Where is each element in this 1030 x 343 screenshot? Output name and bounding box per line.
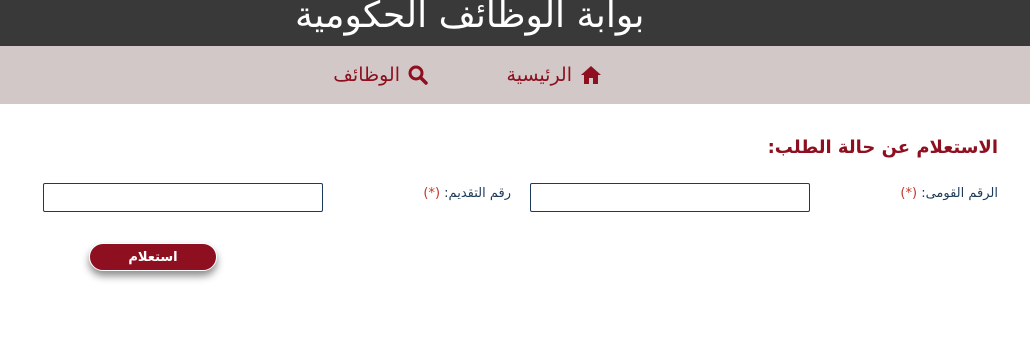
application-number-input[interactable] xyxy=(43,183,323,212)
search-icon xyxy=(408,65,428,85)
nav-item-home[interactable]: الرئيسية xyxy=(507,61,602,89)
required-mark: (*) xyxy=(900,186,918,201)
site-header: بوابة الوظائف الحكومية xyxy=(0,0,1030,46)
national-id-label: الرقم القومى: (*) xyxy=(900,186,998,201)
nav-item-jobs[interactable]: الوظائف xyxy=(333,61,428,89)
application-number-label-text: رقم التقديم: xyxy=(444,186,511,201)
main-nav: الرئيسية الوظائف xyxy=(0,46,1030,104)
inquiry-button[interactable]: استعلام xyxy=(89,243,217,271)
national-id-input[interactable] xyxy=(530,183,810,212)
application-number-label: رقم التقديم: (*) xyxy=(423,186,511,201)
nav-item-label: الرئيسية xyxy=(506,64,572,86)
home-icon xyxy=(580,65,602,85)
site-title: بوابة الوظائف الحكومية xyxy=(295,0,645,36)
required-mark: (*) xyxy=(423,186,441,201)
section-title: الاستعلام عن حالة الطلب: xyxy=(767,137,998,158)
nav-item-label: الوظائف xyxy=(333,64,400,86)
national-id-label-text: الرقم القومى: xyxy=(921,186,998,201)
